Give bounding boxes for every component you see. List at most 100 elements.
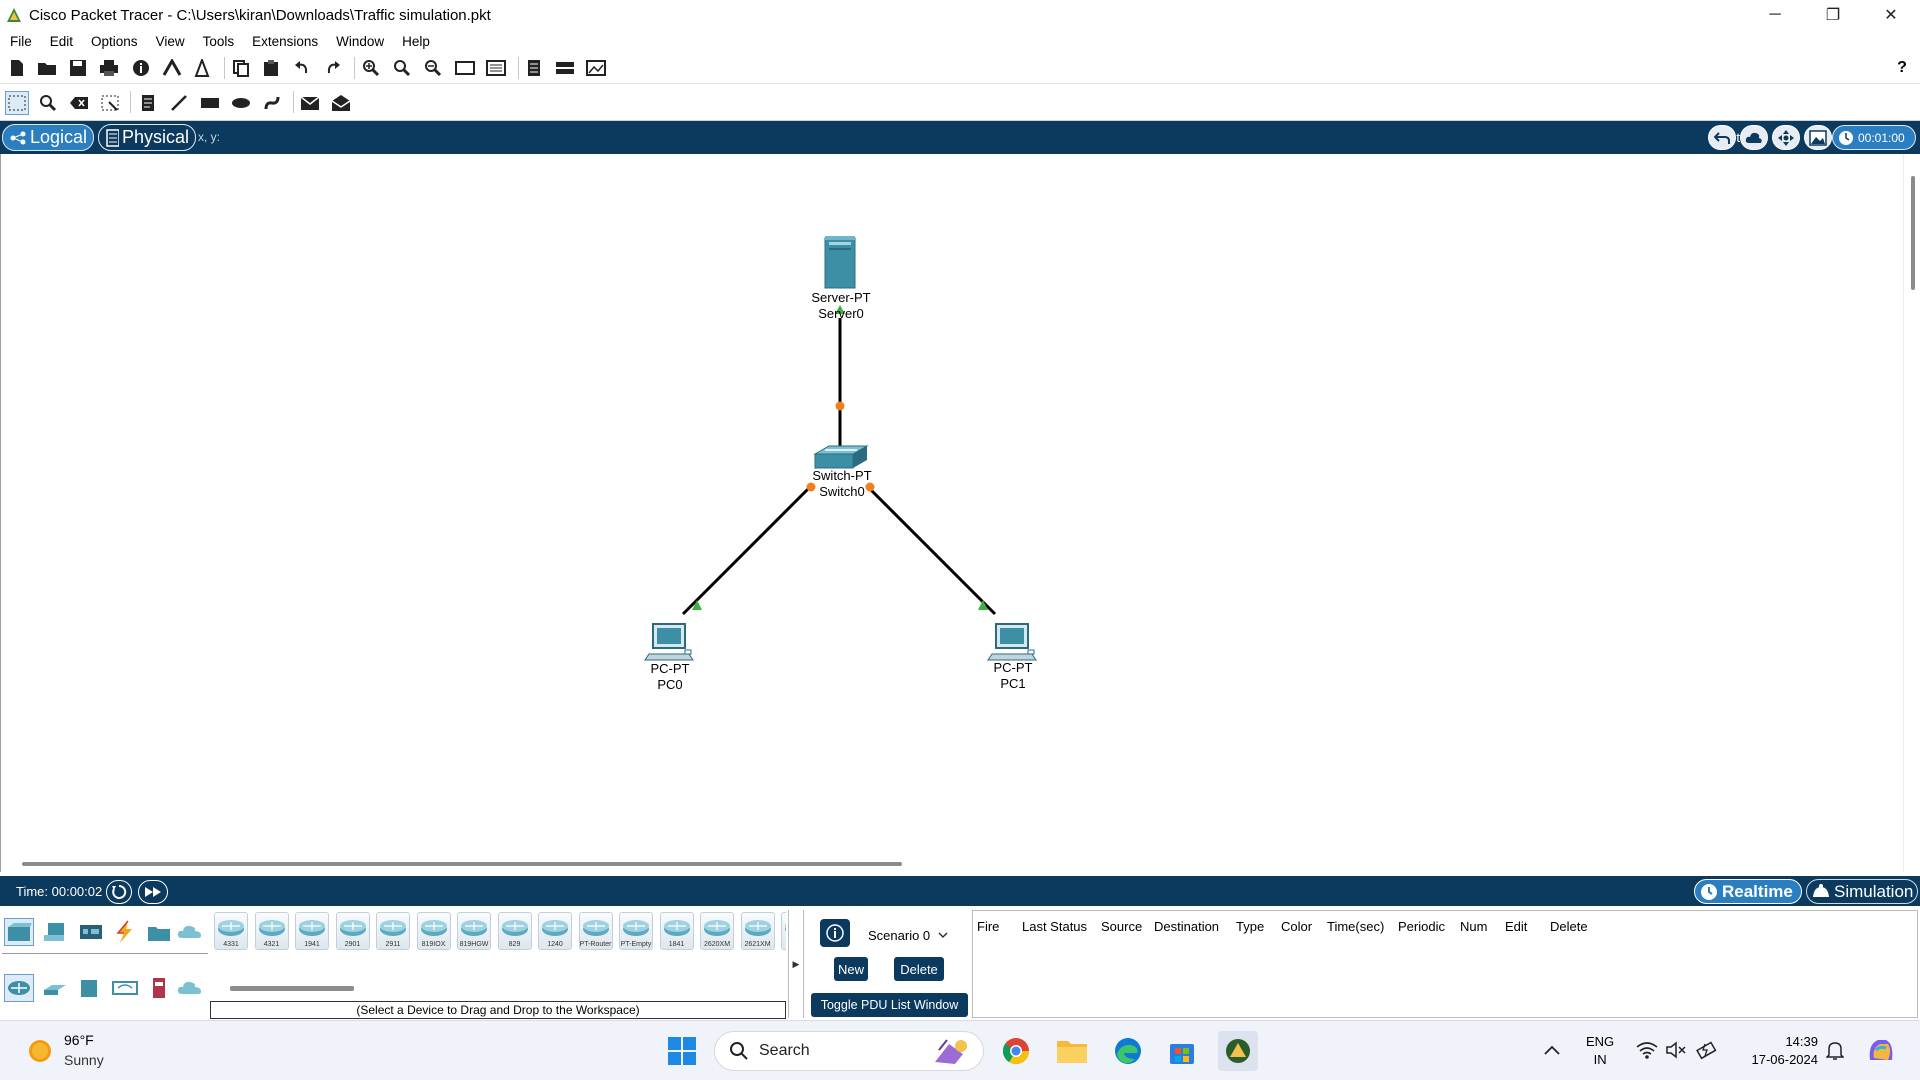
pc1-switch-link[interactable] — [867, 486, 997, 616]
device-model-tile[interactable]: 2911 — [376, 912, 410, 950]
packet-tracer-taskbar-icon[interactable] — [1218, 1031, 1258, 1071]
pc0-device-icon[interactable] — [644, 623, 694, 661]
toggle-pdu-list-button[interactable]: Toggle PDU List Window — [811, 993, 968, 1017]
activity-wizard-icon[interactable] — [160, 56, 184, 80]
sun-icon[interactable] — [26, 1037, 54, 1065]
zoom-reset-icon[interactable] — [390, 56, 414, 80]
open-folder-icon[interactable] — [35, 56, 59, 80]
device-model-tile[interactable]: 819IOX — [416, 912, 451, 950]
help-button[interactable]: ? — [1890, 56, 1914, 80]
fast-forward-button[interactable] — [138, 880, 168, 904]
copilot-icon[interactable] — [1866, 1036, 1896, 1066]
device-model-tile[interactable]: 2901 — [335, 912, 370, 950]
device-model-tile[interactable]: PT-Empty — [619, 912, 653, 950]
file-explorer-taskbar-icon[interactable] — [1054, 1033, 1090, 1069]
col-fire[interactable]: Fire — [977, 919, 999, 934]
routers-subcategory-icon[interactable] — [4, 974, 34, 1002]
logical-workspace[interactable]: Server-PT Server0 Switch-PT Switch0 PC-P… — [0, 154, 1920, 872]
weather-condition[interactable]: Sunny — [64, 1052, 104, 1068]
menu-tools[interactable]: Tools — [193, 34, 243, 49]
start-button[interactable] — [664, 1033, 700, 1069]
zoom-out-icon[interactable] — [421, 56, 445, 80]
new-file-icon[interactable] — [5, 56, 29, 80]
device-model-tile[interactable]: 829 — [497, 912, 532, 950]
print-icon[interactable] — [97, 56, 121, 80]
end-devices-category-icon[interactable] — [40, 918, 70, 946]
switch-label[interactable]: Switch-PT Switch0 — [787, 468, 897, 500]
chevron-up-icon[interactable] — [1544, 1044, 1560, 1056]
workspace-vertical-scrollbar[interactable] — [1903, 154, 1920, 872]
hubs-subcategory-icon[interactable] — [74, 974, 104, 1002]
copy-icon[interactable] — [229, 56, 253, 80]
device-model-tile[interactable]: 2621XM — [740, 912, 775, 950]
col-edit[interactable]: Edit — [1505, 919, 1527, 934]
draw-ellipse-icon[interactable] — [229, 91, 253, 115]
menu-edit[interactable]: Edit — [40, 34, 81, 49]
workspace-horizontal-scrollbar[interactable] — [0, 855, 1903, 872]
screenshot-icon[interactable] — [584, 56, 608, 80]
notification-bell-icon[interactable] — [1826, 1041, 1844, 1061]
network-info-icon[interactable] — [190, 56, 214, 80]
server-device-icon[interactable] — [824, 236, 856, 289]
restore-button[interactable]: ❐ — [1804, 0, 1862, 30]
edge-taskbar-icon[interactable] — [1110, 1033, 1146, 1069]
device-model-tile[interactable]: 1941 — [295, 912, 329, 950]
redo-icon[interactable] — [321, 56, 345, 80]
select-tool-icon[interactable] — [5, 91, 29, 115]
pc1-device-icon[interactable] — [987, 623, 1037, 661]
menu-view[interactable]: View — [146, 34, 193, 49]
viewport-clock[interactable]: 00:01:00 — [1832, 125, 1916, 150]
drawing-palette-icon[interactable] — [453, 56, 477, 80]
battery-icon[interactable] — [1696, 1040, 1718, 1060]
system-clock[interactable]: 14:39 17-06-2024 — [1730, 1033, 1819, 1069]
info-icon[interactable] — [129, 56, 153, 80]
delete-scenario-button[interactable]: Delete — [894, 957, 944, 981]
device-model-tile[interactable]: 1240 — [538, 912, 572, 950]
device-model-tile[interactable]: 4321 — [254, 912, 289, 950]
network-devices-category-icon[interactable] — [4, 918, 34, 946]
draw-line-icon[interactable] — [167, 91, 191, 115]
scenario-info-button[interactable] — [820, 919, 850, 947]
col-num[interactable]: Num — [1460, 919, 1487, 934]
device-model-tile[interactable]: 4331 — [214, 912, 248, 950]
new-scenario-button[interactable]: New — [834, 957, 868, 981]
inspect-tool-icon[interactable] — [36, 91, 60, 115]
col-destination[interactable]: Destination — [1154, 919, 1219, 934]
paste-icon[interactable] — [259, 56, 283, 80]
misc-category-icon[interactable] — [144, 918, 174, 946]
custom-devices-icon[interactable] — [484, 56, 508, 80]
set-background-button[interactable] — [1804, 125, 1832, 150]
pc0-switch-link[interactable] — [681, 486, 811, 616]
menu-window[interactable]: Window — [326, 34, 392, 49]
menu-help[interactable]: Help — [392, 34, 438, 49]
multiuser-category-icon[interactable] — [176, 918, 206, 946]
back-button[interactable] — [1708, 125, 1736, 150]
zoom-in-icon[interactable] — [359, 56, 383, 80]
physical-tab[interactable]: Physical — [98, 124, 196, 151]
save-icon[interactable] — [66, 56, 90, 80]
device-model-tile[interactable]: 2620XM — [700, 912, 734, 950]
place-note-icon[interactable] — [136, 91, 160, 115]
device-model-tile[interactable]: 1841 — [659, 912, 694, 950]
menu-options[interactable]: Options — [81, 34, 146, 49]
complex-pdu-icon[interactable] — [329, 91, 353, 115]
menu-extensions[interactable]: Extensions — [242, 34, 326, 49]
switch-device-icon[interactable] — [813, 445, 869, 469]
chrome-taskbar-icon[interactable] — [998, 1033, 1034, 1069]
undo-icon[interactable] — [290, 56, 314, 80]
wireless-subcategory-icon[interactable] — [110, 974, 140, 1002]
security-subcategory-icon[interactable] — [144, 974, 174, 1002]
col-source[interactable]: Source — [1101, 919, 1142, 934]
language-indicator[interactable]: ENG IN — [1586, 1033, 1614, 1069]
simulation-mode-button[interactable]: Simulation — [1806, 879, 1918, 904]
col-type[interactable]: Type — [1236, 919, 1264, 934]
col-color[interactable]: Color — [1281, 919, 1312, 934]
pc1-label[interactable]: PC-PT PC1 — [958, 660, 1068, 692]
volume-muted-icon[interactable] — [1666, 1041, 1688, 1059]
move-object-button[interactable] — [1772, 125, 1800, 150]
logical-tab[interactable]: Logical — [2, 124, 94, 151]
draw-rectangle-icon[interactable] — [198, 91, 222, 115]
device-model-tile[interactable]: 819HGW — [457, 912, 491, 950]
col-last-status[interactable]: Last Status — [1022, 919, 1087, 934]
pdu-panel-expander[interactable]: ▶ — [788, 910, 804, 1018]
